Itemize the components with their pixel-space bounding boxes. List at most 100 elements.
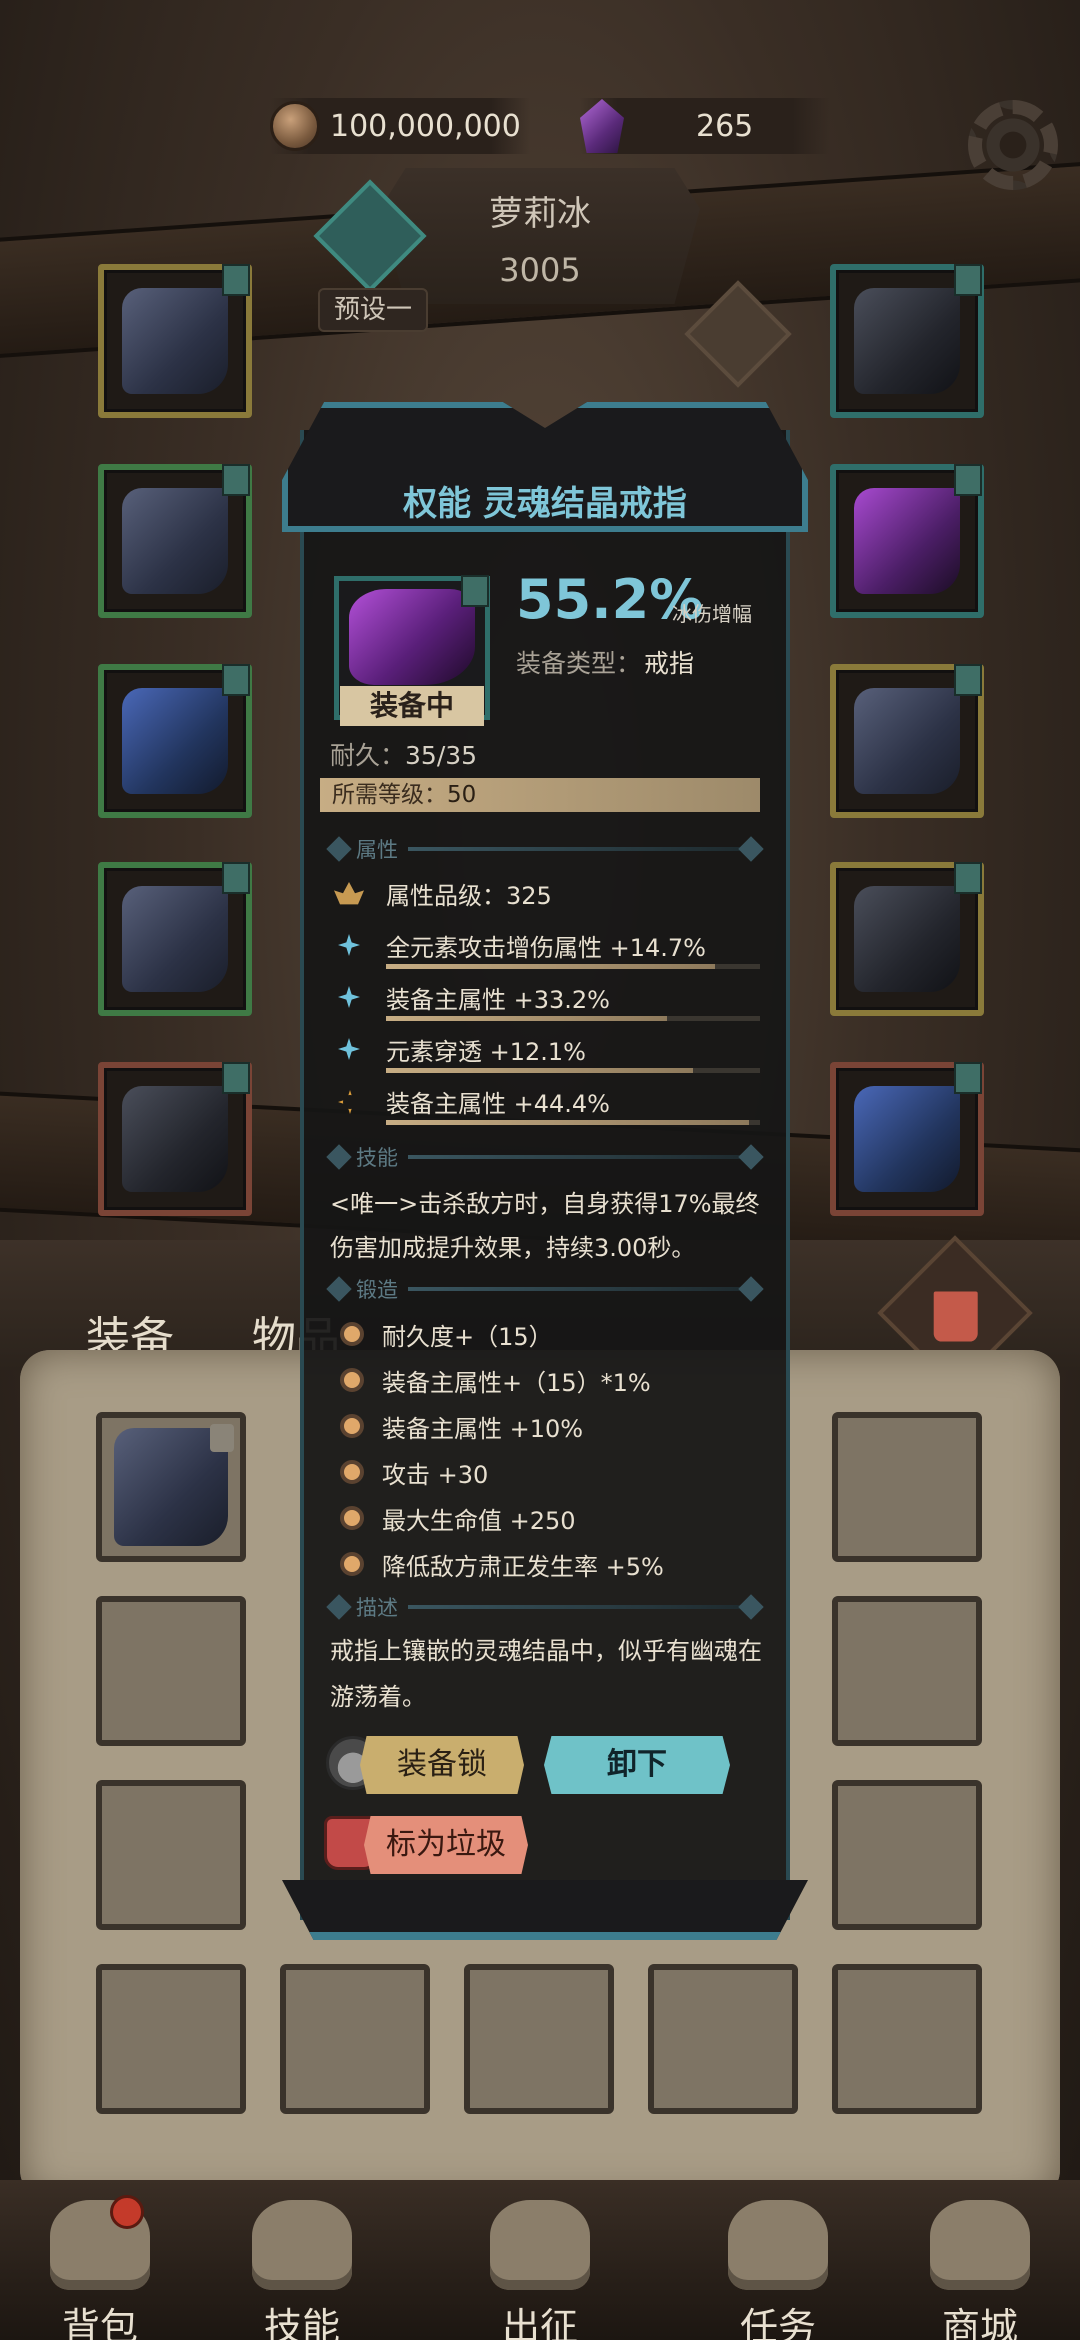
- quality-flag-icon: [222, 264, 250, 296]
- nav-bag[interactable]: 背包: [20, 2200, 180, 2340]
- diamond-icon: [738, 836, 764, 862]
- forge-row: 装备主属性+（15）*1%: [340, 1360, 651, 1400]
- inventory-slot[interactable]: [832, 1780, 982, 1930]
- nav-quests[interactable]: 任务: [698, 2200, 858, 2340]
- panel-frame-bottom: [282, 1880, 808, 1940]
- bow-art: [854, 886, 960, 992]
- attribute-row: 全元素攻击增伤属性 +14.7%: [330, 928, 760, 969]
- gear-icon[interactable]: [968, 100, 1058, 190]
- forge-dot-icon: [340, 1460, 364, 1484]
- attribute-text: 全元素攻击增伤属性 +14.7%: [386, 934, 706, 962]
- equip-slot-cloak[interactable]: [98, 464, 252, 618]
- attribute-text: 装备主属性 +33.2%: [386, 986, 610, 1014]
- nav-label: 出征: [501, 2305, 578, 2340]
- inventory-slot[interactable]: [96, 1780, 246, 1930]
- attribute-bar-fill: [386, 1068, 693, 1073]
- divider: [408, 1605, 742, 1609]
- attribute-bar: [386, 964, 760, 969]
- quality-flag-icon: [954, 862, 982, 894]
- mark-trash-button[interactable]: 标为垃圾: [364, 1816, 528, 1874]
- scroll-icon: [728, 2200, 828, 2290]
- forge-row: 降低敌方肃正发生率 +5%: [340, 1544, 664, 1584]
- forge-row: 装备主属性 +10%: [340, 1406, 583, 1446]
- gem-amount: 265: [696, 108, 754, 144]
- equip-slot-gloves[interactable]: [98, 664, 252, 818]
- skill-book-icon: [252, 2200, 352, 2290]
- required-level-value: 50: [447, 782, 477, 808]
- attribute-row: 属性品级：325: [330, 876, 760, 916]
- ring-art: [854, 488, 960, 594]
- equip-slot-bow[interactable]: [830, 862, 984, 1016]
- nav-skills[interactable]: 技能: [222, 2200, 382, 2340]
- attribute-bar: [386, 1120, 760, 1125]
- helmet-art: [854, 288, 960, 394]
- forge-text: 装备主属性 +10%: [382, 1414, 584, 1443]
- section-label: 技能: [356, 1146, 398, 1170]
- equip-slot-armor[interactable]: [98, 862, 252, 1016]
- attribute-text: 装备主属性 +44.4%: [386, 1090, 610, 1118]
- unequip-button[interactable]: 卸下: [544, 1736, 730, 1794]
- quality-flag-icon: [461, 575, 489, 607]
- item-type-label: 装备类型：: [516, 649, 642, 678]
- nav-shop[interactable]: 商城: [900, 2200, 1060, 2340]
- diamond-icon: [738, 1276, 764, 1302]
- hero-power: 3005: [499, 251, 581, 289]
- gloves-art: [122, 688, 228, 794]
- lotus-icon: [334, 882, 364, 905]
- attribute-row: 元素穿透 +12.1%: [330, 1032, 760, 1073]
- inventory-slot[interactable]: [832, 1596, 982, 1746]
- forge-dot-icon: [340, 1368, 364, 1392]
- notification-dot: [110, 2195, 144, 2229]
- diamond-icon: [738, 1594, 764, 1620]
- inventory-slot[interactable]: [832, 1964, 982, 2114]
- quality-flag-icon: [954, 464, 982, 496]
- equip-slot-helmet[interactable]: [830, 264, 984, 418]
- equip-slot-ring[interactable]: [830, 464, 984, 618]
- attribute-bar-fill: [386, 1120, 749, 1125]
- equip-slot-boots[interactable]: [98, 1062, 252, 1216]
- main-stat-label: 冰伤增幅: [672, 602, 752, 626]
- trash-icon: [933, 1291, 978, 1342]
- attribute-row: 装备主属性 +44.4%: [330, 1084, 760, 1125]
- diamond-icon: [326, 1276, 352, 1302]
- equip-slot-weapon[interactable]: [98, 264, 252, 418]
- required-level-bar: 所需等级：50: [320, 778, 760, 812]
- divider: [408, 1155, 742, 1159]
- forge-text: 降低敌方肃正发生率 +5%: [382, 1552, 664, 1581]
- necklace-art: [854, 688, 960, 794]
- skill-description: <唯一>击杀敌方时，自身获得17%最终伤害加成提升效果，持续3.00秒。: [330, 1190, 760, 1262]
- ring-art: [349, 589, 475, 685]
- section-label: 属性: [356, 838, 398, 862]
- inventory-slot[interactable]: [96, 1596, 246, 1746]
- diamond-icon: [326, 1144, 352, 1170]
- forge-dot-icon: [340, 1506, 364, 1530]
- inventory-slot[interactable]: [464, 1964, 614, 2114]
- inventory-slot[interactable]: [648, 1964, 798, 2114]
- quality-flag-icon: [954, 1062, 982, 1094]
- inventory-slot[interactable]: [832, 1412, 982, 1562]
- equip-slot-shield[interactable]: [830, 1062, 984, 1216]
- section-forge: 锻造: [326, 1274, 764, 1304]
- inventory-slot[interactable]: [96, 1964, 246, 2114]
- star-icon: [338, 986, 360, 1008]
- inventory-slot[interactable]: [96, 1412, 246, 1562]
- diamond-icon: [738, 1144, 764, 1170]
- nav-expedition[interactable]: 出征: [460, 2200, 620, 2340]
- attribute-bar: [386, 1068, 760, 1073]
- equip-lock-button[interactable]: 装备锁: [360, 1736, 524, 1794]
- cloak-art: [122, 488, 228, 594]
- boots-art: [122, 1086, 228, 1192]
- durability-value: 35/35: [405, 741, 478, 770]
- equipped-badge: 装备中: [340, 686, 484, 726]
- equip-slot-necklace[interactable]: [830, 664, 984, 818]
- quality-flag-icon: [222, 664, 250, 696]
- forge-text: 装备主属性+（15）*1%: [382, 1368, 651, 1397]
- divider: [408, 847, 742, 851]
- quality-flag-icon: [222, 1062, 250, 1094]
- gem-icon: [580, 99, 624, 153]
- durability: 耐久：35/35: [330, 736, 477, 772]
- shop-icon: [930, 2200, 1030, 2290]
- inventory-slot[interactable]: [280, 1964, 430, 2114]
- preset-button[interactable]: 预设一: [318, 288, 428, 332]
- refresh-icon: [338, 1090, 362, 1114]
